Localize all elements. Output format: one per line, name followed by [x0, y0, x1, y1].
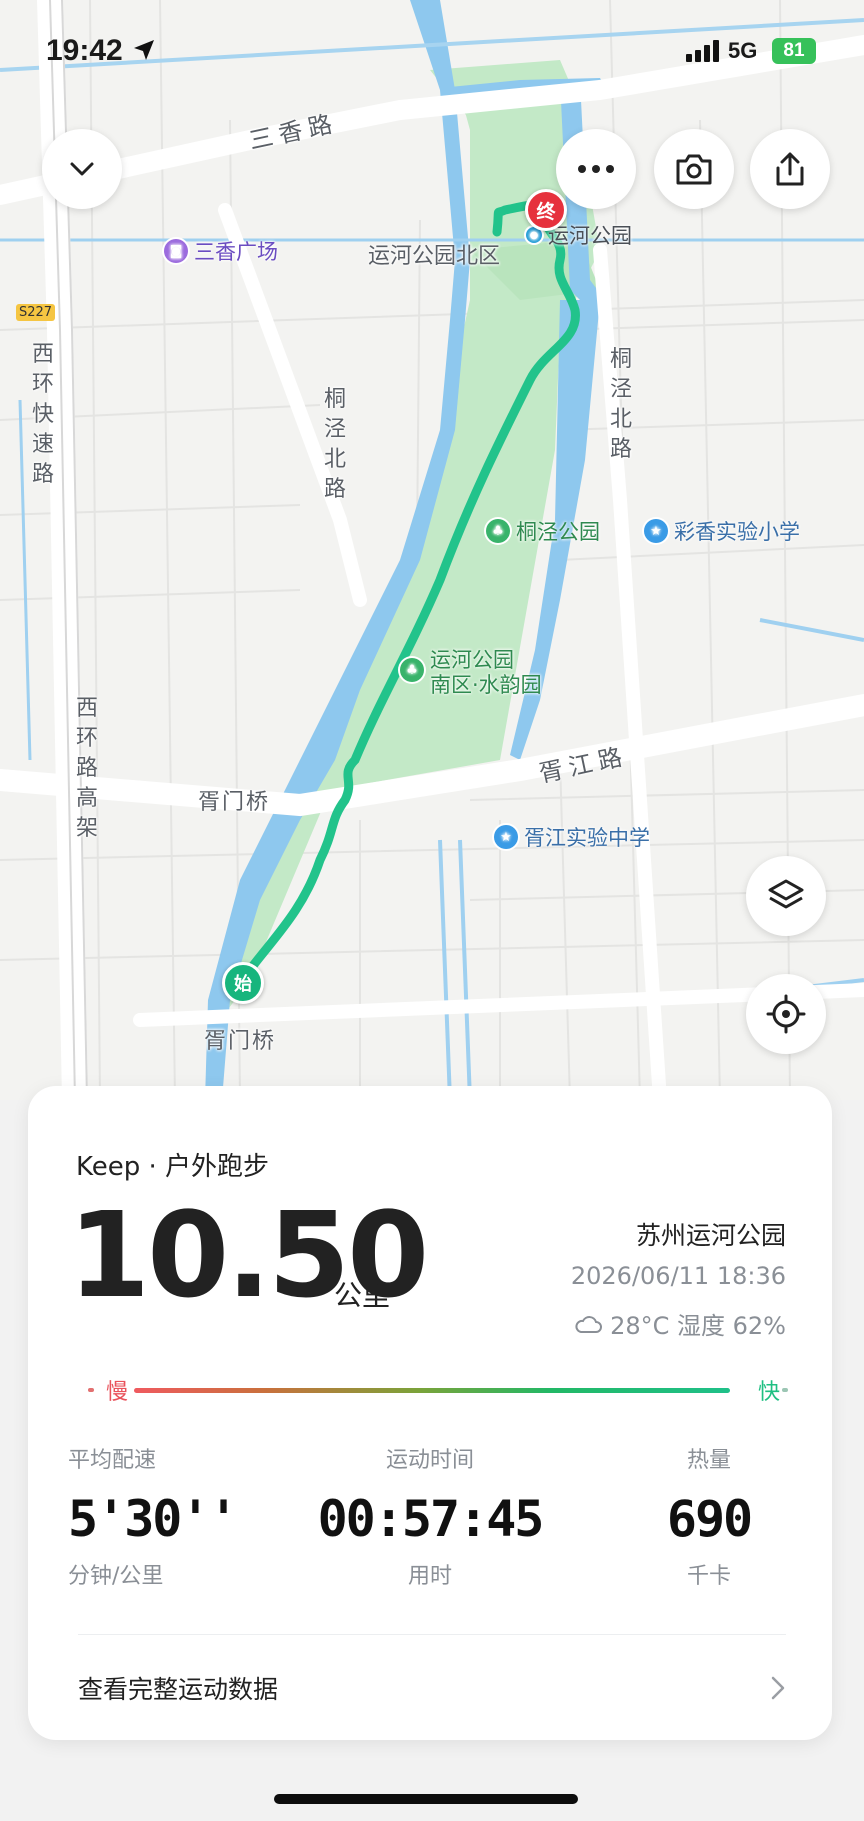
stat-label: 热量 [686, 1448, 731, 1473]
view-full-data-label: 查看完整运动数据 [78, 1675, 279, 1704]
chevron-right-icon [771, 1676, 785, 1700]
poi-yunhe-north[interactable]: 运河公园北区 [368, 238, 500, 270]
poi-yunhe-south[interactable]: ♣ 运河公园 南区·水韵园 [400, 648, 542, 698]
road-label-xihuan-expressway: 西环快速路 [31, 342, 54, 487]
more-icon [578, 165, 614, 173]
stat-label: 运动时间 [385, 1448, 474, 1473]
run-datetime: 2026/06/11 18:36 [570, 1262, 786, 1290]
stat-duration: 运动时间 00:57:45 用时 [290, 1442, 570, 1590]
camera-button[interactable] [654, 129, 734, 209]
poi-label: 三香广场 [194, 240, 278, 264]
activity-source: Keep · 户外跑步 [76, 1152, 270, 1182]
weather-info: 28°C 湿度 62% [574, 1306, 786, 1341]
pace-fast-label: 快 [757, 1380, 780, 1405]
stat-avg-pace: 平均配速 5'30'' 分钟/公里 [68, 1442, 239, 1590]
stat-value: 5'30'' [68, 1490, 239, 1548]
poi-caixiang-school[interactable]: ★ 彩香实验小学 [644, 516, 800, 546]
view-full-data-link[interactable]: 查看完整运动数据 [78, 1658, 786, 1718]
road-label-xumen-upper: 胥门桥 [198, 790, 271, 815]
stat-calories: 热量 690 千卡 [634, 1442, 784, 1590]
collapse-button[interactable] [42, 129, 122, 209]
status-bar: 19:42 5G 81 [0, 0, 864, 100]
locate-icon [766, 994, 806, 1034]
layers-icon [768, 879, 804, 909]
poi-sanxiang-plaza[interactable]: ◙ 三香广场 [164, 236, 278, 266]
share-button[interactable] [750, 129, 830, 209]
school-icon: ★ [644, 519, 668, 543]
location-arrow-icon [134, 40, 154, 60]
stat-unit: 用时 [407, 1564, 452, 1589]
poi-xujiang-school[interactable]: ★ 胥江实验中学 [494, 822, 650, 852]
run-summary-card: Keep · 户外跑步 10.50 公里 苏州运河公园 2026/06/11 1… [28, 1086, 832, 1740]
cloud-icon [575, 1315, 603, 1333]
signal-icon [686, 40, 719, 62]
poi-label: 运河公园 [430, 648, 514, 672]
route-map[interactable]: 三香路 S227 西环快速路 桐泾北路 桐泾北路 西环路高架 胥江路 胥门桥 胥… [0, 0, 864, 1100]
poi-label: 胥江实验中学 [524, 826, 650, 850]
route-end-marker[interactable]: 终 [525, 189, 567, 231]
stat-label: 平均配速 [68, 1448, 157, 1473]
school-icon: ★ [494, 825, 518, 849]
weather-text: 28°C 湿度 62% [610, 1312, 786, 1340]
stat-unit: 分钟/公里 [68, 1564, 164, 1589]
tree-icon: ♣ [486, 519, 510, 543]
poi-tongjing-park[interactable]: ♣ 桐泾公园 [486, 516, 600, 546]
poi-label: 南区·水韵园 [430, 673, 542, 697]
road-label-tongjing-right: 桐泾北路 [609, 347, 632, 462]
poi-label: 桐泾公园 [516, 520, 600, 544]
home-indicator[interactable] [274, 1794, 578, 1804]
map-layers-button[interactable] [746, 856, 826, 936]
poi-label: 彩香实验小学 [674, 520, 800, 544]
locate-button[interactable] [746, 974, 826, 1054]
chevron-down-icon [70, 162, 94, 176]
road-label-s227: S227 [16, 304, 56, 321]
camera-icon [676, 154, 712, 185]
road-label-xihuan-elevated: 西环路高架 [75, 696, 98, 841]
pace-gradient-legend: 慢 快 [58, 1372, 810, 1412]
route-start-marker[interactable]: 始 [222, 962, 264, 1004]
map-canvas [0, 0, 864, 1100]
distance-unit: 公里 [334, 1279, 391, 1312]
run-location: 苏州运河公园 [635, 1221, 786, 1250]
more-button[interactable] [556, 129, 636, 209]
mall-icon: ◙ [164, 239, 188, 263]
pace-slow-label: 慢 [106, 1380, 129, 1405]
battery-level: 81 [772, 38, 816, 64]
pace-gradient-bar [134, 1388, 730, 1393]
status-time: 19:42 [46, 34, 123, 67]
network-type: 5G [728, 38, 758, 63]
stat-unit: 千卡 [686, 1564, 731, 1589]
divider [78, 1634, 786, 1635]
road-label-tongjing-left: 桐泾北路 [323, 387, 346, 502]
tree-icon: ♣ [400, 658, 424, 682]
stat-value: 690 [666, 1490, 753, 1548]
share-icon [776, 152, 804, 186]
stat-value: 00:57:45 [317, 1490, 545, 1548]
road-label-xumen-lower: 胥门桥 [204, 1029, 277, 1054]
